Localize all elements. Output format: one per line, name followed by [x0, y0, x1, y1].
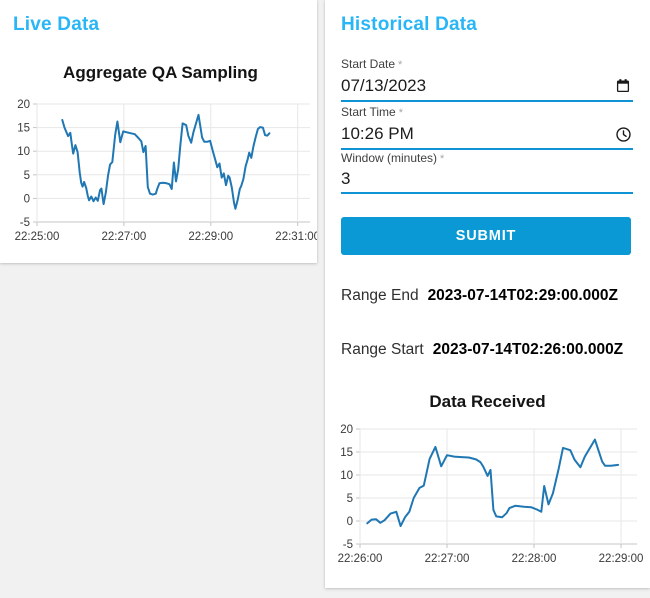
svg-text:22:25:00: 22:25:00 — [15, 231, 60, 243]
historical-data-panel: Historical Data Start Date* Start Time* — [325, 0, 650, 588]
svg-text:-5: -5 — [343, 539, 353, 551]
calendar-icon — [616, 79, 630, 93]
range-start-value: 2023-07-14T02:26:00.000Z — [432, 341, 624, 358]
start-date-picker-button[interactable] — [613, 76, 633, 96]
range-end-label: Range End — [341, 287, 419, 304]
svg-text:15: 15 — [17, 123, 30, 135]
svg-text:15: 15 — [340, 447, 353, 459]
svg-text:22:26:00: 22:26:00 — [338, 553, 383, 565]
svg-text:10: 10 — [17, 146, 30, 158]
start-time-label: Start Time * — [341, 105, 403, 119]
window-minutes-field: Window (minutes) * — [341, 151, 633, 194]
svg-text:22:27:00: 22:27:00 — [425, 553, 470, 565]
window-minutes-input[interactable] — [341, 169, 633, 189]
received-chart-title: Data Received — [429, 392, 546, 411]
svg-text:22:31:00: 22:31:00 — [275, 231, 317, 243]
svg-text:0: 0 — [24, 193, 30, 205]
svg-text:22:29:00: 22:29:00 — [188, 231, 233, 243]
required-asterisk: * — [440, 153, 445, 165]
range-start-row: Range Start 2023-07-14T02:26:00.000Z — [341, 341, 623, 359]
svg-text:-5: -5 — [20, 217, 30, 229]
svg-text:0: 0 — [347, 516, 353, 528]
window-minutes-label: Window (minutes) * — [341, 151, 445, 165]
received-chart: 20 15 10 5 0 -5 22:26:00 22:27:00 22:28:00 22:29:… — [338, 424, 644, 565]
svg-text:5: 5 — [24, 170, 30, 182]
start-time-picker-button[interactable] — [613, 124, 633, 144]
clock-icon — [615, 126, 631, 142]
historical-panel-title: Historical Data — [341, 14, 478, 35]
svg-text:22:29:00: 22:29:00 — [599, 553, 644, 565]
start-time-input[interactable] — [341, 124, 613, 144]
live-chart: 20 15 10 5 0 -5 22:25:00 22:27:00 22:29:00 22:31:… — [15, 99, 317, 243]
range-end-value: 2023-07-14T02:29:00.000Z — [427, 287, 618, 304]
start-date-label: Start Date * — [341, 57, 403, 71]
dashboard-page: Live Data Aggregate QA Sampling 20 15 10 5 0… — [0, 0, 650, 598]
svg-text:5: 5 — [347, 493, 353, 505]
svg-text:22:27:00: 22:27:00 — [102, 231, 147, 243]
range-start-label: Range Start — [341, 341, 424, 358]
live-panel-title: Live Data — [13, 14, 100, 35]
svg-text:10: 10 — [340, 470, 353, 482]
required-asterisk: * — [398, 59, 403, 71]
submit-button[interactable]: SUBMIT — [341, 217, 631, 255]
start-date-field: Start Date * — [341, 57, 633, 102]
svg-text:20: 20 — [340, 424, 353, 436]
svg-text:22:28:00: 22:28:00 — [512, 553, 557, 565]
start-time-field: Start Time * — [341, 105, 633, 150]
start-date-input[interactable] — [341, 76, 613, 96]
live-chart-title: Aggregate QA Sampling — [63, 63, 258, 82]
live-data-panel: Live Data Aggregate QA Sampling 20 15 10 5 0… — [0, 0, 317, 263]
range-end-row: Range End 2023-07-14T02:29:00.000Z — [341, 287, 618, 305]
svg-text:20: 20 — [17, 99, 30, 111]
required-asterisk: * — [398, 107, 403, 119]
